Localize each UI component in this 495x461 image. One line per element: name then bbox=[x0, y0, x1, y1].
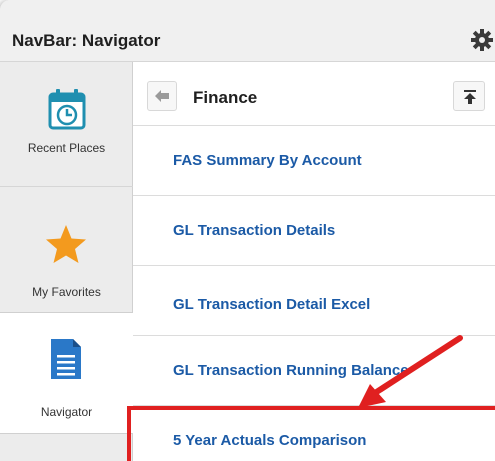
document-icon bbox=[51, 339, 81, 379]
annotation-arrow-icon bbox=[358, 335, 463, 408]
menu-item-label: GL Transaction Detail Excel bbox=[173, 296, 371, 313]
sidebar-item-recent-places[interactable]: Recent Places bbox=[0, 62, 133, 186]
menu-item-gl-transaction-details[interactable]: GL Transaction Details bbox=[133, 196, 495, 266]
back-arrow-icon bbox=[155, 90, 169, 102]
sidebar-item-label: My Favorites bbox=[32, 285, 101, 299]
breadcrumb: Finance bbox=[133, 62, 495, 126]
gear-icon[interactable] bbox=[470, 28, 494, 52]
navbar-title: NavBar: Navigator bbox=[12, 31, 161, 50]
calendar-clock-icon bbox=[48, 89, 86, 130]
sidebar-item-label: Recent Places bbox=[27, 141, 106, 155]
navbar-sidebar: Recent Places My Favorites Navigator bbox=[0, 62, 134, 461]
navbar-header: NavBar: Navigator bbox=[0, 0, 495, 62]
star-icon bbox=[46, 225, 86, 263]
sidebar-item-label: Navigator bbox=[40, 405, 93, 419]
scroll-to-top-icon bbox=[464, 90, 476, 104]
sidebar-item-my-favorites[interactable]: My Favorites bbox=[0, 186, 133, 312]
menu-item-label: GL Transaction Details bbox=[173, 222, 336, 239]
back-button[interactable] bbox=[147, 81, 177, 111]
menu-item-fas-summary[interactable]: FAS Summary By Account bbox=[133, 126, 495, 196]
sidebar-item-navigator[interactable]: Navigator bbox=[0, 312, 134, 434]
scroll-to-top-button[interactable] bbox=[453, 81, 485, 111]
navigator-panel: NavBar: Navigator Recent Places My Favor… bbox=[0, 0, 495, 461]
menu-item-label: FAS Summary By Account bbox=[173, 152, 362, 169]
breadcrumb-title: Finance bbox=[193, 88, 258, 107]
